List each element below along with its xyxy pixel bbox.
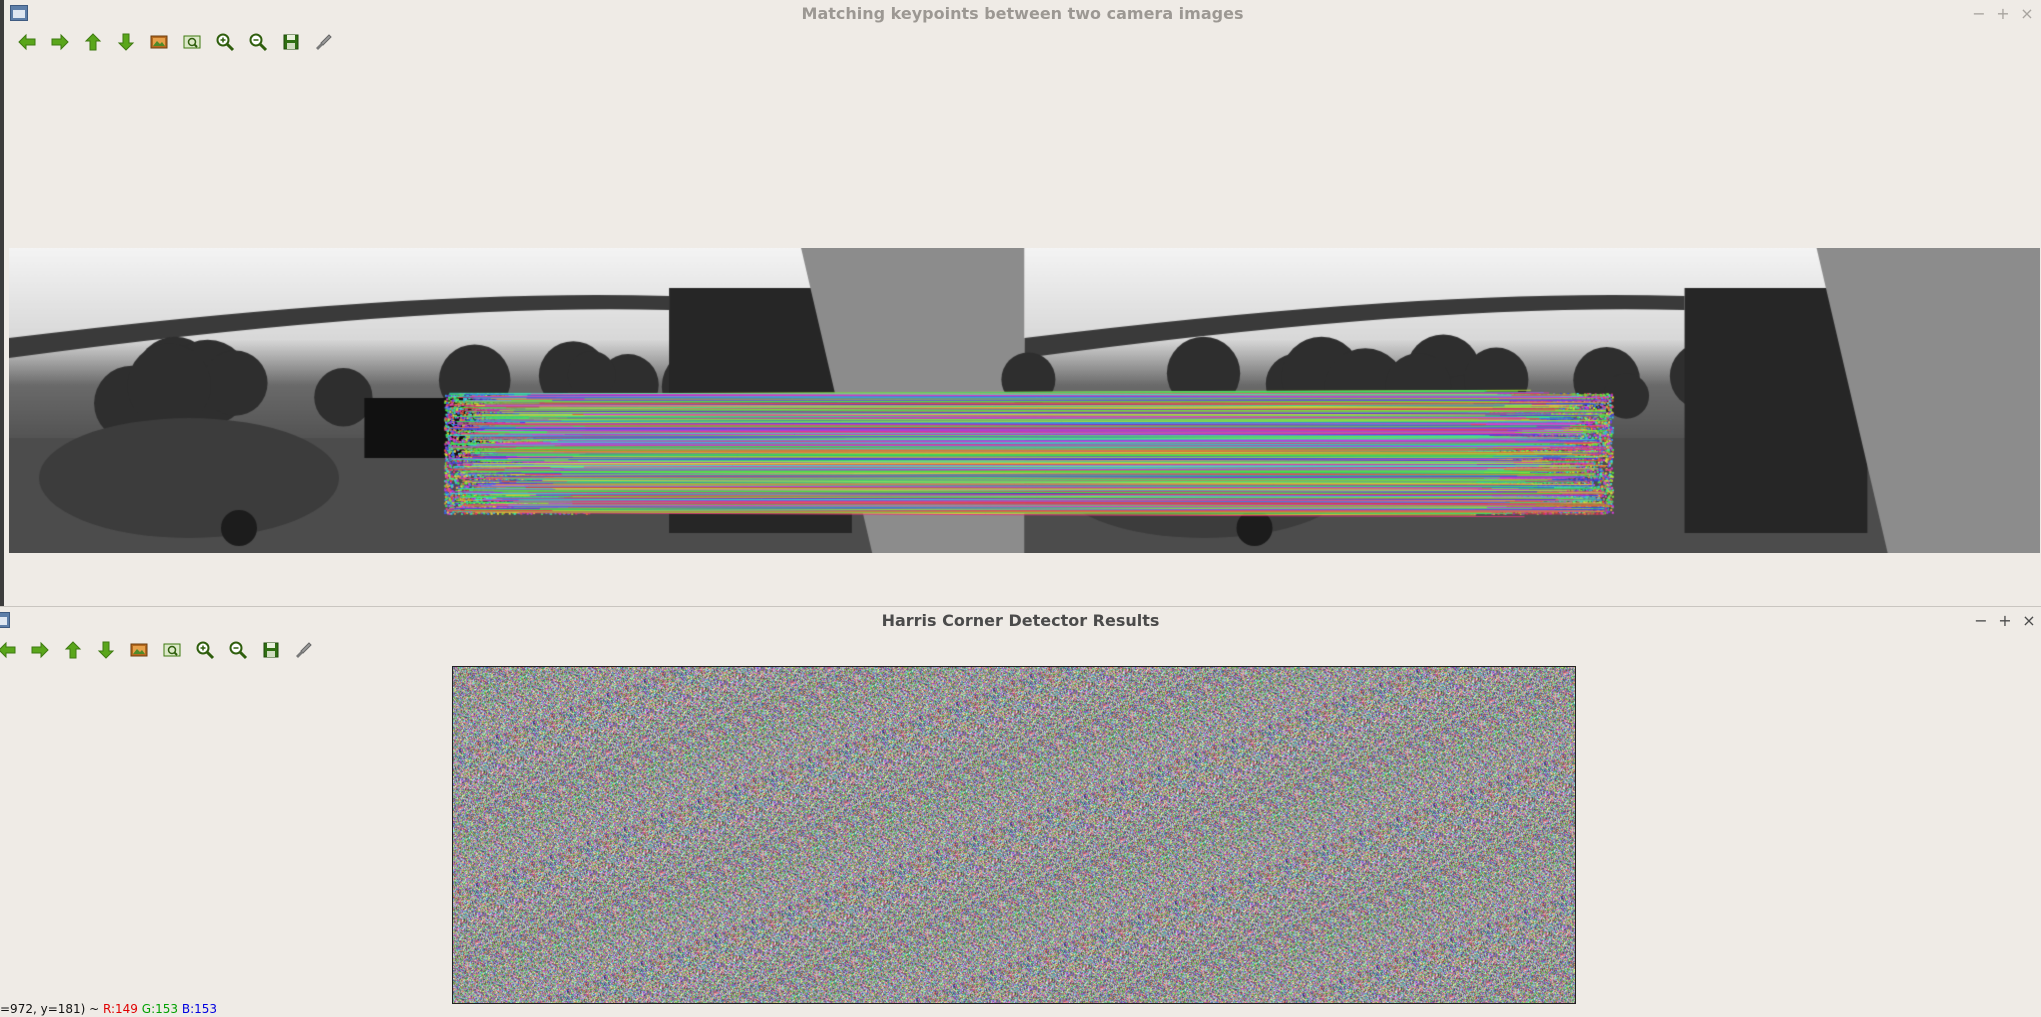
zoom-out-icon bbox=[248, 32, 268, 52]
window-title: Harris Corner Detector Results bbox=[881, 611, 1160, 630]
zoom-fit-icon bbox=[162, 640, 182, 660]
zoom-in-icon bbox=[195, 640, 215, 660]
window-title: Matching keypoints between two camera im… bbox=[801, 4, 1244, 23]
arrow-right-icon bbox=[50, 32, 70, 52]
pixel-green-value: G:153 bbox=[141, 1002, 179, 1016]
harris-results-window: Harris Corner Detector Results − + × =97… bbox=[0, 606, 2041, 1017]
matched-keypoints-image[interactable] bbox=[9, 248, 2040, 553]
pixel-red-value: R:149 bbox=[103, 1002, 138, 1016]
pixel-blue-value: B:153 bbox=[181, 1002, 218, 1016]
properties-icon bbox=[314, 32, 334, 52]
arrow-left-icon bbox=[0, 640, 17, 660]
harris-corners-image[interactable] bbox=[452, 666, 1576, 1004]
save-icon bbox=[261, 640, 281, 660]
save-button[interactable] bbox=[278, 29, 304, 55]
pan-left-button[interactable] bbox=[14, 29, 40, 55]
toolbar bbox=[14, 28, 337, 56]
maximize-button[interactable]: + bbox=[1997, 613, 2013, 629]
pan-right-button[interactable] bbox=[47, 29, 73, 55]
zoom-fit-icon bbox=[182, 32, 202, 52]
zoom-fit-button[interactable] bbox=[179, 29, 205, 55]
pan-down-button[interactable] bbox=[113, 29, 139, 55]
arrow-left-icon bbox=[17, 32, 37, 52]
status-bar: =972, y=181) ~ R:149 G:153 B:153 bbox=[0, 1001, 217, 1017]
maximize-button[interactable]: + bbox=[1995, 6, 2011, 22]
image-viewport[interactable] bbox=[4, 56, 2041, 606]
zoom-in-button[interactable] bbox=[212, 29, 238, 55]
arrow-up-icon bbox=[63, 640, 83, 660]
zoom-in-icon bbox=[215, 32, 235, 52]
properties-button[interactable] bbox=[311, 29, 337, 55]
arrow-down-icon bbox=[96, 640, 116, 660]
cursor-coordinates: =972, y=181) ~ bbox=[0, 1002, 104, 1016]
image-viewport[interactable] bbox=[0, 660, 2041, 1004]
close-button[interactable]: × bbox=[2021, 613, 2037, 629]
image-icon bbox=[129, 640, 149, 660]
zoom-original-button[interactable] bbox=[146, 29, 172, 55]
zoom-out-icon bbox=[228, 640, 248, 660]
properties-icon bbox=[294, 640, 314, 660]
arrow-down-icon bbox=[116, 32, 136, 52]
save-icon bbox=[281, 32, 301, 52]
image-icon bbox=[149, 32, 169, 52]
minimize-button[interactable]: − bbox=[1971, 6, 1987, 22]
minimize-button[interactable]: − bbox=[1973, 613, 1989, 629]
arrow-right-icon bbox=[30, 640, 50, 660]
titlebar[interactable]: Matching keypoints between two camera im… bbox=[4, 0, 2041, 28]
arrow-up-icon bbox=[83, 32, 103, 52]
titlebar[interactable]: Harris Corner Detector Results − + × bbox=[0, 606, 2041, 635]
pan-up-button[interactable] bbox=[80, 29, 106, 55]
close-button[interactable]: × bbox=[2019, 6, 2035, 22]
zoom-out-button[interactable] bbox=[245, 29, 271, 55]
keypoint-matching-window: Matching keypoints between two camera im… bbox=[0, 0, 2041, 606]
